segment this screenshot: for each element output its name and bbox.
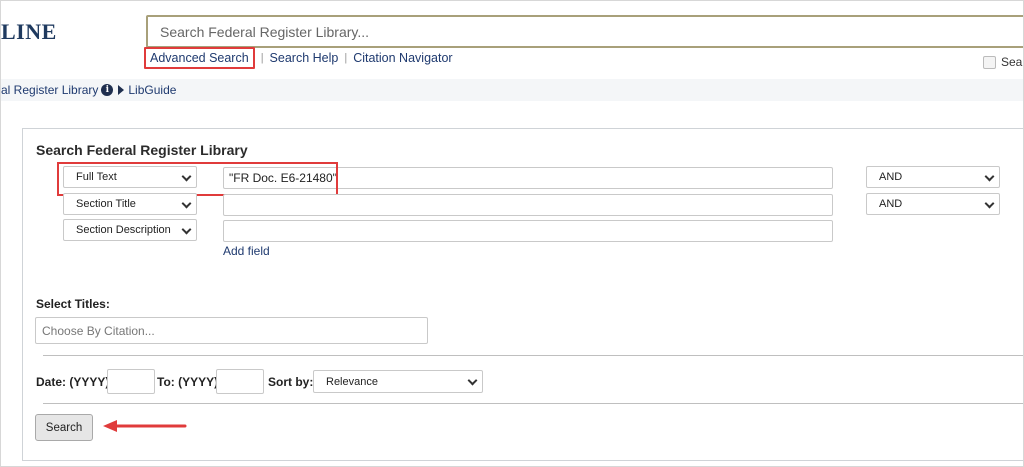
divider <box>43 403 1023 404</box>
operator-value: AND <box>879 171 903 183</box>
field-select-value: Section Description <box>76 224 171 236</box>
field-select-3[interactable]: Section Description <box>63 219 197 241</box>
chevron-down-icon <box>984 171 995 182</box>
date-from-input[interactable] <box>107 369 155 394</box>
link-separator: | <box>344 52 348 64</box>
breadcrumb-libguide[interactable]: LibGuide <box>128 83 176 97</box>
breadcrumb: al Register Library i LibGuide <box>1 79 1023 101</box>
citation-navigator-link[interactable]: Citation Navigator <box>353 51 452 65</box>
search-term-input-3[interactable] <box>223 220 833 242</box>
sort-by-label: Sort by: <box>268 375 314 389</box>
citation-input[interactable]: Choose By Citation... <box>35 317 428 344</box>
breadcrumb-library[interactable]: al Register Library <box>1 83 98 97</box>
operator-value: AND <box>879 198 903 210</box>
link-separator: | <box>260 52 264 64</box>
search-term-input-2[interactable] <box>223 194 833 216</box>
site-logo[interactable]: LINE <box>1 19 57 45</box>
chevron-down-icon <box>467 375 478 386</box>
highlight-box <box>57 162 338 196</box>
advanced-search-panel: Search Federal Register Library Full Tex… <box>22 128 1023 461</box>
chevron-down-icon <box>181 224 192 235</box>
checkbox[interactable] <box>983 55 996 69</box>
info-icon[interactable]: i <box>101 84 114 96</box>
search-within-checkbox[interactable]: Sear <box>983 55 1024 69</box>
date-to-input[interactable] <box>216 369 264 394</box>
checkbox-label: Sear <box>1001 55 1024 69</box>
search-button[interactable]: Search <box>35 414 93 441</box>
divider <box>43 355 1023 356</box>
chevron-down-icon <box>984 198 995 209</box>
search-input[interactable] <box>146 15 1023 48</box>
search-help-link[interactable]: Search Help <box>270 51 339 65</box>
field-select-value: Section Title <box>76 198 136 210</box>
sort-by-value: Relevance <box>326 375 378 388</box>
sort-by-select[interactable]: Relevance <box>313 370 483 393</box>
add-field-link[interactable]: Add field <box>223 244 270 258</box>
arrow-left-icon <box>103 420 187 432</box>
chevron-right-icon <box>118 85 125 95</box>
panel-title: Search Federal Register Library <box>36 142 248 158</box>
date-from-label: Date: (YYYY) <box>36 375 110 389</box>
search-links: Advanced Search | Search Help | Citation… <box>144 46 453 70</box>
advanced-search-link[interactable]: Advanced Search <box>144 47 255 69</box>
chevron-down-icon <box>181 198 192 209</box>
field-select-2[interactable]: Section Title <box>63 193 197 215</box>
date-to-label: To: (YYYY) <box>157 375 219 389</box>
select-titles-label: Select Titles: <box>36 297 110 311</box>
operator-select-2[interactable]: AND <box>866 193 1000 215</box>
page-frame: LINE Advanced Search | Search Help | Cit… <box>0 0 1024 467</box>
operator-select-1[interactable]: AND <box>866 166 1000 188</box>
citation-placeholder: Choose By Citation... <box>42 323 155 338</box>
